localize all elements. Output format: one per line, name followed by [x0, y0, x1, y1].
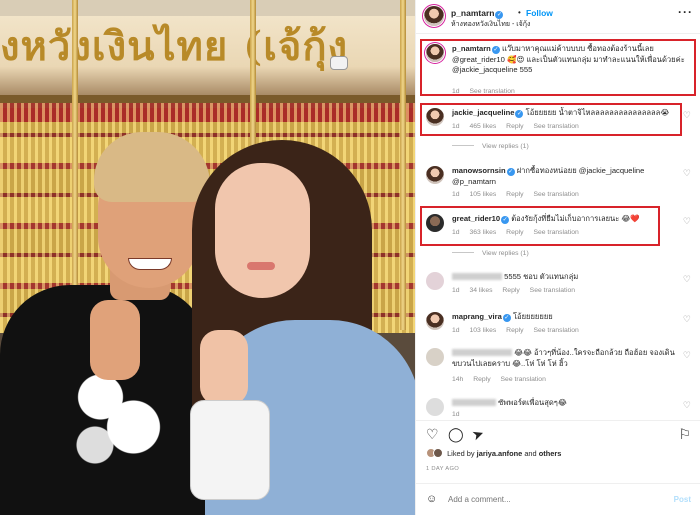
verified-badge-icon: ✓ [506, 168, 515, 176]
follow-button[interactable]: Follow [526, 8, 553, 18]
comment-body: manowsornsin ✓ ฝากซื้อทองหน่อยย @jackie_j… [452, 166, 688, 187]
see-translation-link[interactable]: See translation [533, 191, 578, 198]
heart-icon[interactable]: ♡ [426, 427, 439, 441]
post-header: p_namtarn ✓ • Follow ห้างทองหวังเงินไทย -… [416, 0, 700, 34]
instagram-post: งหวังเงินไทย (เจ้กุ้ง p_namtarn ✓ • Foll… [0, 0, 700, 515]
add-comment-input[interactable] [448, 495, 648, 504]
comment-text: 5555 ชอบ ตัวแทนกลุ่ม [504, 272, 579, 281]
emoji-icon[interactable]: ☺ [426, 493, 437, 505]
peace-sign-hand [200, 330, 248, 405]
send-icon[interactable]: ➤ [470, 424, 486, 443]
likes-summary[interactable]: Liked by jariya.anfone and others [426, 448, 696, 458]
reply-button[interactable]: Reply [473, 376, 490, 383]
face-mask [190, 400, 270, 500]
highlight-box [420, 39, 696, 96]
liker-username[interactable]: jariya.anfone [477, 449, 523, 458]
author-avatar[interactable] [424, 6, 444, 26]
likes-and: and [524, 449, 537, 458]
commenter-avatar[interactable] [426, 272, 444, 290]
comment-like-heart-icon[interactable]: ♡ [683, 350, 691, 361]
comment-username[interactable]: manowsornsin [452, 166, 506, 175]
comment-like-heart-icon[interactable]: ♡ [683, 314, 691, 325]
comment-time: 1d [452, 287, 460, 294]
woman-right-lips [247, 262, 275, 270]
see-translation-link[interactable]: See translation [533, 327, 578, 334]
commenter-avatar[interactable] [426, 166, 444, 184]
comment-time: 14h [452, 376, 464, 383]
location-link[interactable]: ห้างทองหวังเงินไทย - เจ้กุ้ง [451, 19, 530, 30]
comment-likes[interactable]: 105 likes [469, 191, 496, 198]
post-side-panel: p_namtarn ✓ • Follow ห้างทองหวังเงินไทย -… [415, 0, 700, 515]
comment-meta: 1d 34 likes Reply See translation [452, 287, 583, 294]
comment-item: ซัพพอร์ตเพื่อนสุดๆ😂 1d ♡ [416, 396, 700, 418]
likes-others-link[interactable]: others [539, 449, 562, 458]
highlight-box [420, 103, 682, 136]
comment-likes[interactable]: 103 likes [469, 327, 496, 334]
peace-sign-hand [90, 300, 140, 380]
verified-badge-icon: ✓ [495, 11, 504, 19]
comment-like-heart-icon[interactable]: ♡ [683, 274, 691, 285]
comment-item: 5555 ชอบ ตัวแทนกลุ่ม 1d 34 likes Reply S… [416, 270, 700, 298]
commenter-avatar[interactable] [426, 398, 444, 416]
blurred-username [452, 273, 502, 280]
blurred-username [452, 399, 496, 406]
reply-button[interactable]: Reply [506, 191, 523, 198]
bookmark-icon[interactable]: ⚐ [678, 427, 691, 441]
author-username-text[interactable]: p_namtarn [451, 8, 494, 18]
comment-like-heart-icon[interactable]: ♡ [683, 216, 691, 227]
comment-item: 😂😂 อ้าวๆที่น้อง..ใครจะถือกล้วย ถือฮ้อย จ… [416, 346, 700, 386]
comment-meta: 1d 105 likes Reply See translation [452, 191, 587, 198]
blurred-username [452, 349, 512, 356]
gold-pole [72, 0, 78, 330]
comment-time: 1d [452, 327, 460, 334]
commenter-avatar[interactable] [426, 312, 444, 330]
post-photo[interactable]: งหวังเงินไทย (เจ้กุ้ง [0, 0, 415, 515]
see-translation-link[interactable]: See translation [530, 287, 575, 294]
highlight-box [420, 206, 660, 246]
woman-right-face [215, 163, 310, 298]
comment-username[interactable]: maprang_vira [452, 312, 502, 321]
reply-button[interactable]: Reply [502, 287, 519, 294]
comment-meta: 1d [452, 411, 468, 418]
comments-list[interactable]: p_namtarn ✓ แว๊บมาหาคุณแม่ค้าบบบบ ซื้อทอง… [416, 36, 700, 418]
comment-like-heart-icon[interactable]: ♡ [683, 168, 691, 179]
comment-like-heart-icon[interactable]: ♡ [683, 110, 691, 121]
post-actions-bar: ♡ ◯ ➤ ⚐ [416, 420, 700, 444]
gold-pole [400, 0, 406, 330]
reply-button[interactable]: Reply [506, 327, 523, 334]
comment-text: ซัพพอร์ตเพื่อนสุดๆ😂 [498, 398, 567, 407]
comment-meta: 1d 103 likes Reply See translation [452, 327, 587, 334]
comment-body: maprang_vira ✓ โอ้ยยยยยยย [452, 312, 688, 323]
see-translation-link[interactable]: See translation [501, 376, 546, 383]
comment-icon[interactable]: ◯ [448, 427, 464, 441]
view-replies-link[interactable]: View replies (1) [452, 250, 529, 257]
comment-body: ซัพพอร์ตเพื่อนสุดๆ😂 [452, 398, 688, 409]
separator-dot: • [518, 8, 521, 17]
add-comment-bar: ☺ Post [416, 483, 700, 515]
comment-body: 5555 ชอบ ตัวแทนกลุ่ม [452, 272, 688, 283]
comment-likes[interactable]: 34 likes [469, 287, 492, 294]
shelf-rail [0, 95, 415, 103]
liker-avatar [433, 448, 443, 458]
commenter-avatar[interactable] [426, 348, 444, 366]
view-replies-link[interactable]: View replies (1) [452, 143, 529, 150]
comment-text: โอ้ยยยยยยย [512, 312, 553, 321]
comment-time: 1d [452, 411, 460, 418]
likes-prefix: Liked by [447, 449, 475, 458]
comment-meta: 14h Reply See translation [452, 376, 554, 383]
verified-badge-icon: ✓ [502, 314, 511, 322]
woman-left-smile [128, 258, 172, 270]
comment-item: maprang_vira ✓ โอ้ยยยยยยย 1d 103 likes Re… [416, 310, 700, 338]
post-comment-button[interactable]: Post [674, 495, 691, 504]
comment-time: 1d [452, 191, 460, 198]
comment-like-heart-icon[interactable]: ♡ [683, 400, 691, 411]
more-horizontal-icon[interactable]: ··· [678, 5, 693, 19]
cctv-camera [330, 56, 348, 70]
comment-item: manowsornsin ✓ ฝากซื้อทองหน่อยย @jackie_j… [416, 164, 700, 200]
comment-body: 😂😂 อ้าวๆที่น้อง..ใครจะถือกล้วย ถือฮ้อย จ… [452, 348, 688, 369]
post-date: 1 DAY AGO [426, 466, 460, 472]
author-username[interactable]: p_namtarn ✓ [451, 8, 504, 19]
